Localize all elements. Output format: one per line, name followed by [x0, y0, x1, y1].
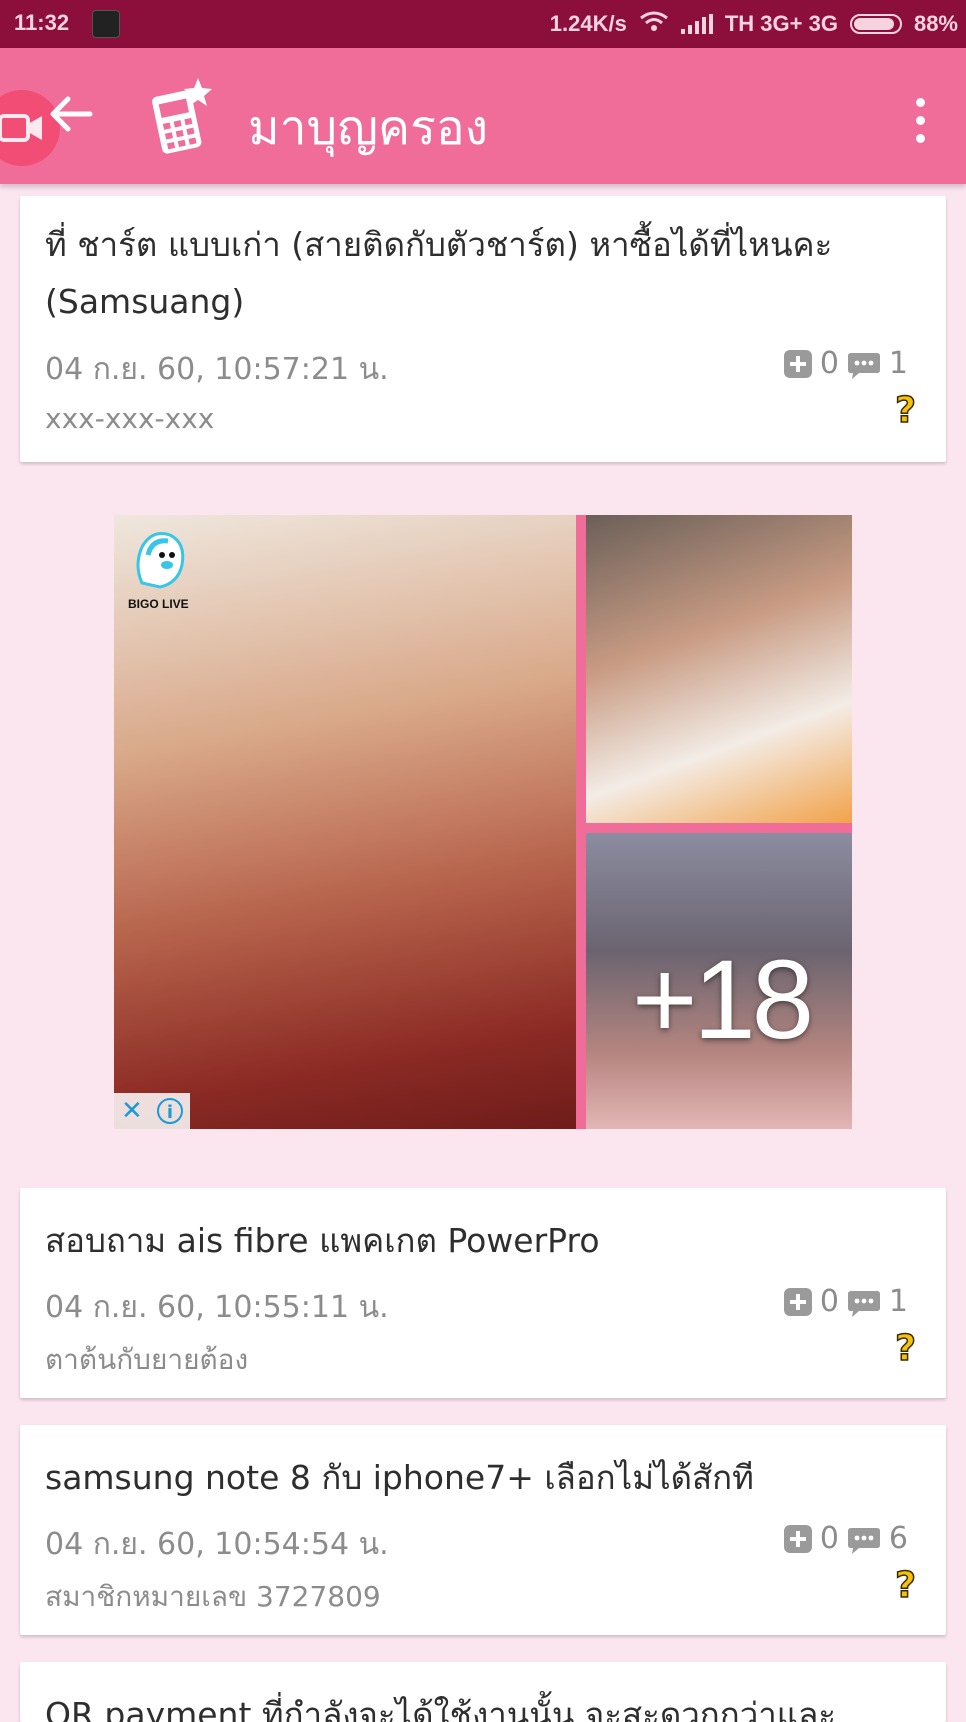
page-title: มาบุญครอง — [248, 100, 489, 156]
post-title: samsung note 8 กับ iphone7+ เลือกไม่ได้ส… — [45, 1458, 754, 1497]
comment-count: 1 — [888, 1284, 908, 1319]
post-date: 04 ก.ย. 60, 10:54:54 น. — [45, 1527, 389, 1562]
ad-controls: ✕ i — [114, 1093, 190, 1129]
battery-icon — [849, 14, 902, 34]
app-bar: มาบุญครอง — [0, 48, 966, 184]
post-date: 04 ก.ย. 60, 10:55:11 น. — [45, 1290, 389, 1325]
list-item[interactable]: ที่ ชาร์ต แบบเก่า (สายติดกับตัวชาร์ต) หา… — [20, 196, 946, 462]
list-item[interactable]: samsung note 8 กับ iphone7+ เลือกไม่ได้ส… — [20, 1425, 946, 1635]
bigo-live-text: BIGO LIVE — [128, 597, 189, 611]
comment-count: 6 — [888, 1521, 908, 1556]
post-stats: 0 6 — [783, 1521, 908, 1556]
post-stats: 0 1 — [783, 346, 908, 381]
net-speed: 1.24K/s — [549, 11, 627, 36]
sim-card-icon — [92, 10, 120, 38]
post-user: ตาต้นกับยายต้อง — [45, 1343, 249, 1376]
ad-info-icon[interactable]: i — [156, 1098, 183, 1124]
question-icon: ? — [894, 1564, 916, 1607]
status-time: 11:32 — [14, 10, 70, 35]
comment-icon — [847, 1526, 881, 1554]
plus-icon — [783, 1524, 812, 1553]
battery-percent: 88% — [913, 11, 958, 36]
comment-count: 1 — [888, 346, 908, 381]
status-bar: 11:32 1.24K/s TH 3G+ 3G 88% — [0, 0, 966, 48]
phone-star-logo-icon — [148, 78, 214, 158]
carrier-label: TH 3G+ 3G — [724, 11, 838, 36]
post-date: 04 ก.ย. 60, 10:57:21 น. — [45, 352, 389, 387]
plus-icon — [783, 349, 812, 378]
plus-count: 0 — [819, 1284, 839, 1319]
post-user: xxx-xxx-xxx — [45, 402, 215, 435]
list-item[interactable]: สอบถาม ais fibre แพคเกต PowerPro 04 ก.ย.… — [20, 1188, 946, 1398]
plus-count: 0 — [819, 1521, 839, 1556]
plus-count: 0 — [819, 346, 839, 381]
post-title: สอบถาม ais fibre แพคเกต PowerPro — [45, 1221, 600, 1260]
back-arrow-icon[interactable] — [48, 94, 94, 138]
comment-icon — [847, 1289, 881, 1317]
status-right: 1.24K/s TH 3G+ 3G 88% — [550, 10, 966, 38]
ad-banner[interactable]: +18 BIGO LIVE ✕ i — [114, 515, 852, 1129]
comment-icon — [847, 351, 881, 379]
post-stats: 0 1 — [783, 1284, 908, 1319]
more-vert-icon[interactable] — [916, 98, 926, 152]
list-item[interactable]: QR payment ที่กำลังจะได้ใช้งานนั้น จะสะด… — [20, 1662, 946, 1722]
plus-icon — [783, 1287, 812, 1316]
question-icon: ? — [894, 389, 916, 432]
post-title: ที่ ชาร์ต แบบเก่า (สายติดกับตัวชาร์ต) หา… — [45, 225, 833, 321]
post-user: สมาชิกหมายเลข 3727809 — [45, 1580, 381, 1613]
wifi-icon — [639, 10, 669, 38]
ad-age-badge: +18 — [632, 937, 814, 1062]
question-icon: ? — [894, 1327, 916, 1370]
ad-image-top-right — [586, 515, 852, 823]
ad-close-icon[interactable]: ✕ — [121, 1096, 143, 1126]
bigo-live-logo: BIGO LIVE — [128, 525, 228, 611]
signal-icon — [680, 14, 713, 34]
